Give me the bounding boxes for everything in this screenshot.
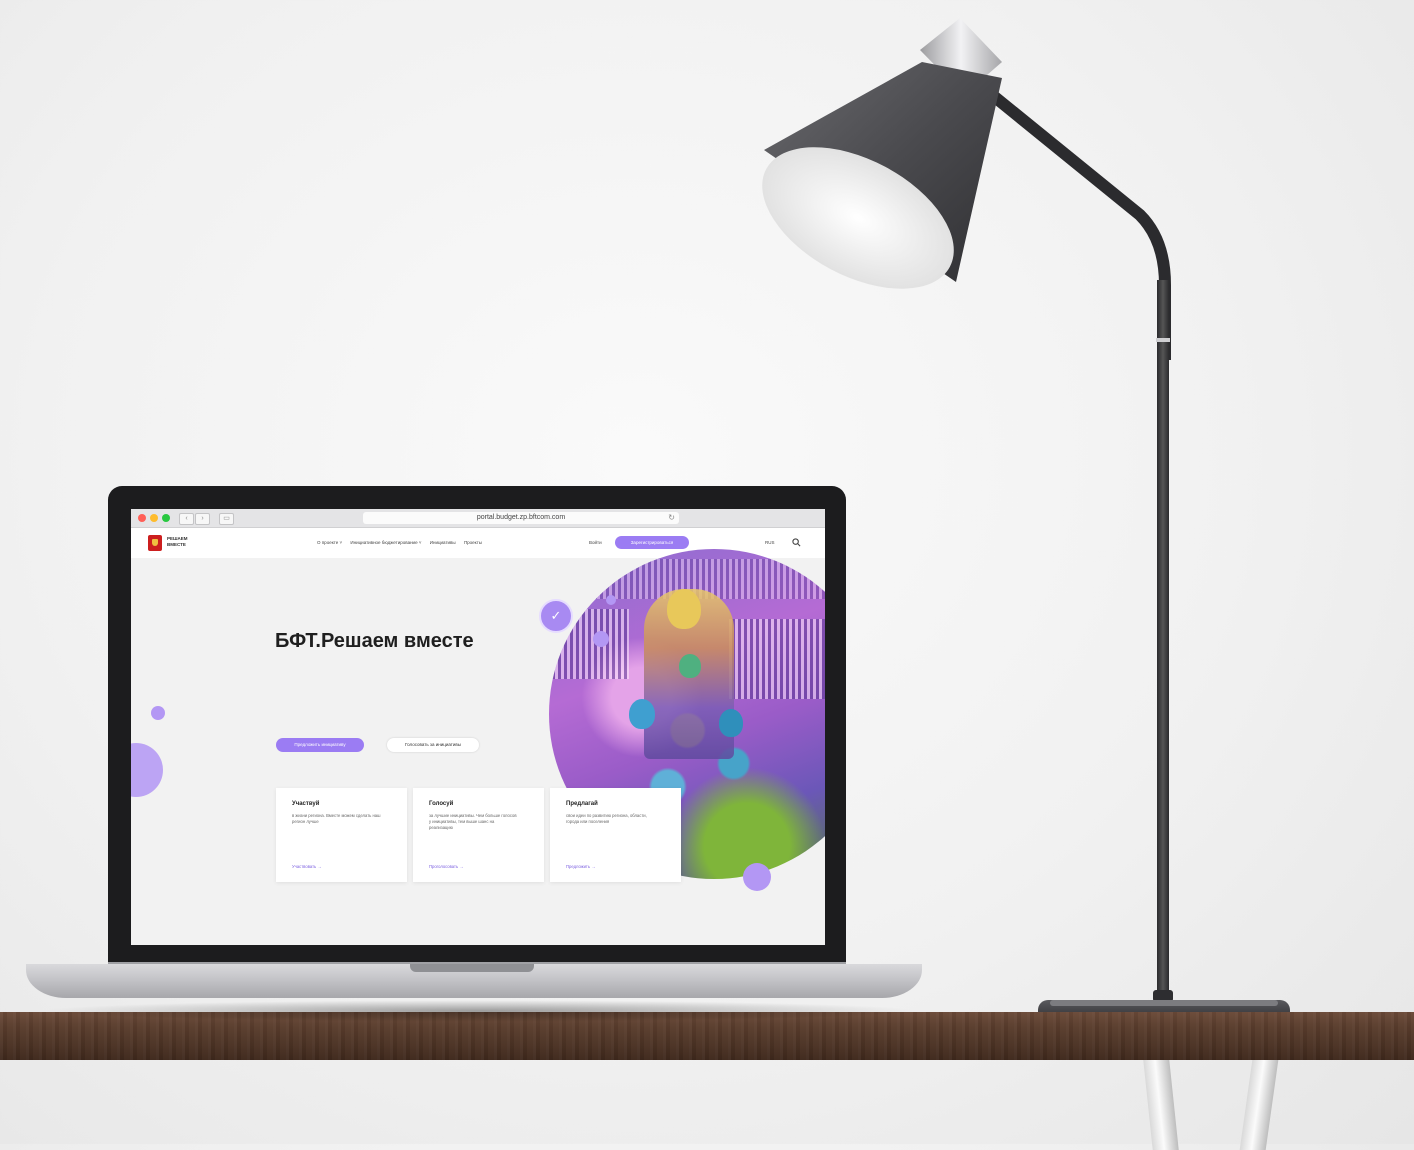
dome-green xyxy=(679,654,701,678)
decor-dot-top xyxy=(606,595,616,605)
nav-item-initiatives[interactable]: Инициативы xyxy=(430,540,456,545)
card-link[interactable]: Предложить → xyxy=(566,864,595,869)
decor-dot-left-small xyxy=(151,706,165,720)
laptop-shadow xyxy=(40,1000,920,1022)
hero-title: БФТ.Решаем вместе xyxy=(275,630,474,652)
building-right xyxy=(729,619,825,699)
browser-toolbar: ‹ › ▭ portal.budget.zp.bftcom.com ↻ xyxy=(131,509,825,528)
close-window-dot[interactable] xyxy=(138,514,146,522)
decor-dot-left-large xyxy=(131,743,163,797)
card-suggest[interactable]: Предлагай свои идеи по развитию региона,… xyxy=(550,788,681,882)
card-vote[interactable]: Голосуй за лучшие инициативы. Чем больше… xyxy=(413,788,544,882)
lamp-ring xyxy=(1156,338,1170,342)
card-title: Голосуй xyxy=(429,801,454,807)
decor-dot-mid xyxy=(593,631,609,647)
card-text: за лучшие инициативы. Чем больше голосов… xyxy=(429,813,517,830)
search-icon[interactable] xyxy=(792,538,801,547)
back-icon[interactable]: ‹ xyxy=(179,513,194,525)
desk-leg-right xyxy=(1239,1060,1279,1150)
card-link[interactable]: Проголосовать → xyxy=(429,864,464,869)
nav-item-about[interactable]: О проекте ˅ xyxy=(317,540,342,545)
sidebar-icon[interactable]: ▭ xyxy=(219,513,234,525)
nav-item-budgeting[interactable]: Инициативное бюджетирование ˅ xyxy=(350,540,421,545)
lamp-stem xyxy=(1157,280,1169,1002)
minimize-window-dot[interactable] xyxy=(150,514,158,522)
coat-of-arms-icon[interactable] xyxy=(148,535,162,551)
lamp-head xyxy=(762,18,1171,360)
card-participate[interactable]: Участвуй в жизни региона. Вместе можем с… xyxy=(276,788,407,882)
vote-initiatives-button[interactable]: Голосовать за инициативы xyxy=(387,738,479,752)
suggest-initiative-button[interactable]: Предложить инициативу xyxy=(276,738,364,752)
laptop-notch xyxy=(410,964,534,972)
card-text: свои идеи по развитию региона, области, … xyxy=(566,813,647,824)
zoom-window-dot[interactable] xyxy=(162,514,170,522)
card-title: Предлагай xyxy=(566,801,598,807)
photo-scene: ‹ › ▭ portal.budget.zp.bftcom.com ↻ РЕША… xyxy=(0,0,1414,1150)
laptop-screen: ‹ › ▭ portal.budget.zp.bftcom.com ↻ РЕША… xyxy=(131,509,825,945)
dome-teal xyxy=(719,709,743,737)
check-icon: ✓ xyxy=(539,599,573,633)
lamp-base-highlight xyxy=(1050,1000,1278,1006)
card-link[interactable]: Участвовать → xyxy=(292,864,322,869)
nav-item-projects[interactable]: Проекты xyxy=(464,540,482,545)
card-title: Участвуй xyxy=(292,801,320,807)
decor-dot-right xyxy=(743,863,771,891)
url-bar[interactable]: portal.budget.zp.bftcom.com ↻ xyxy=(363,512,679,524)
register-button[interactable]: Зарегистрироваться xyxy=(615,536,689,549)
forward-icon[interactable]: › xyxy=(195,513,210,525)
dome-blue xyxy=(629,699,655,729)
reload-icon[interactable]: ↻ xyxy=(668,512,675,524)
desk-leg-left xyxy=(1143,1060,1179,1150)
url-text: portal.budget.zp.bftcom.com xyxy=(476,514,566,521)
login-link[interactable]: Войти xyxy=(589,540,602,545)
card-text: в жизни региона. Вместе можем сделать на… xyxy=(292,813,381,824)
dome-gold xyxy=(667,589,701,629)
main-nav: О проекте ˅ Инициативное бюджетирование … xyxy=(317,540,489,545)
language-switch[interactable]: RUS xyxy=(765,540,775,545)
logo-text[interactable]: РЕШАЕМ ВМЕСТЕ xyxy=(167,536,207,548)
